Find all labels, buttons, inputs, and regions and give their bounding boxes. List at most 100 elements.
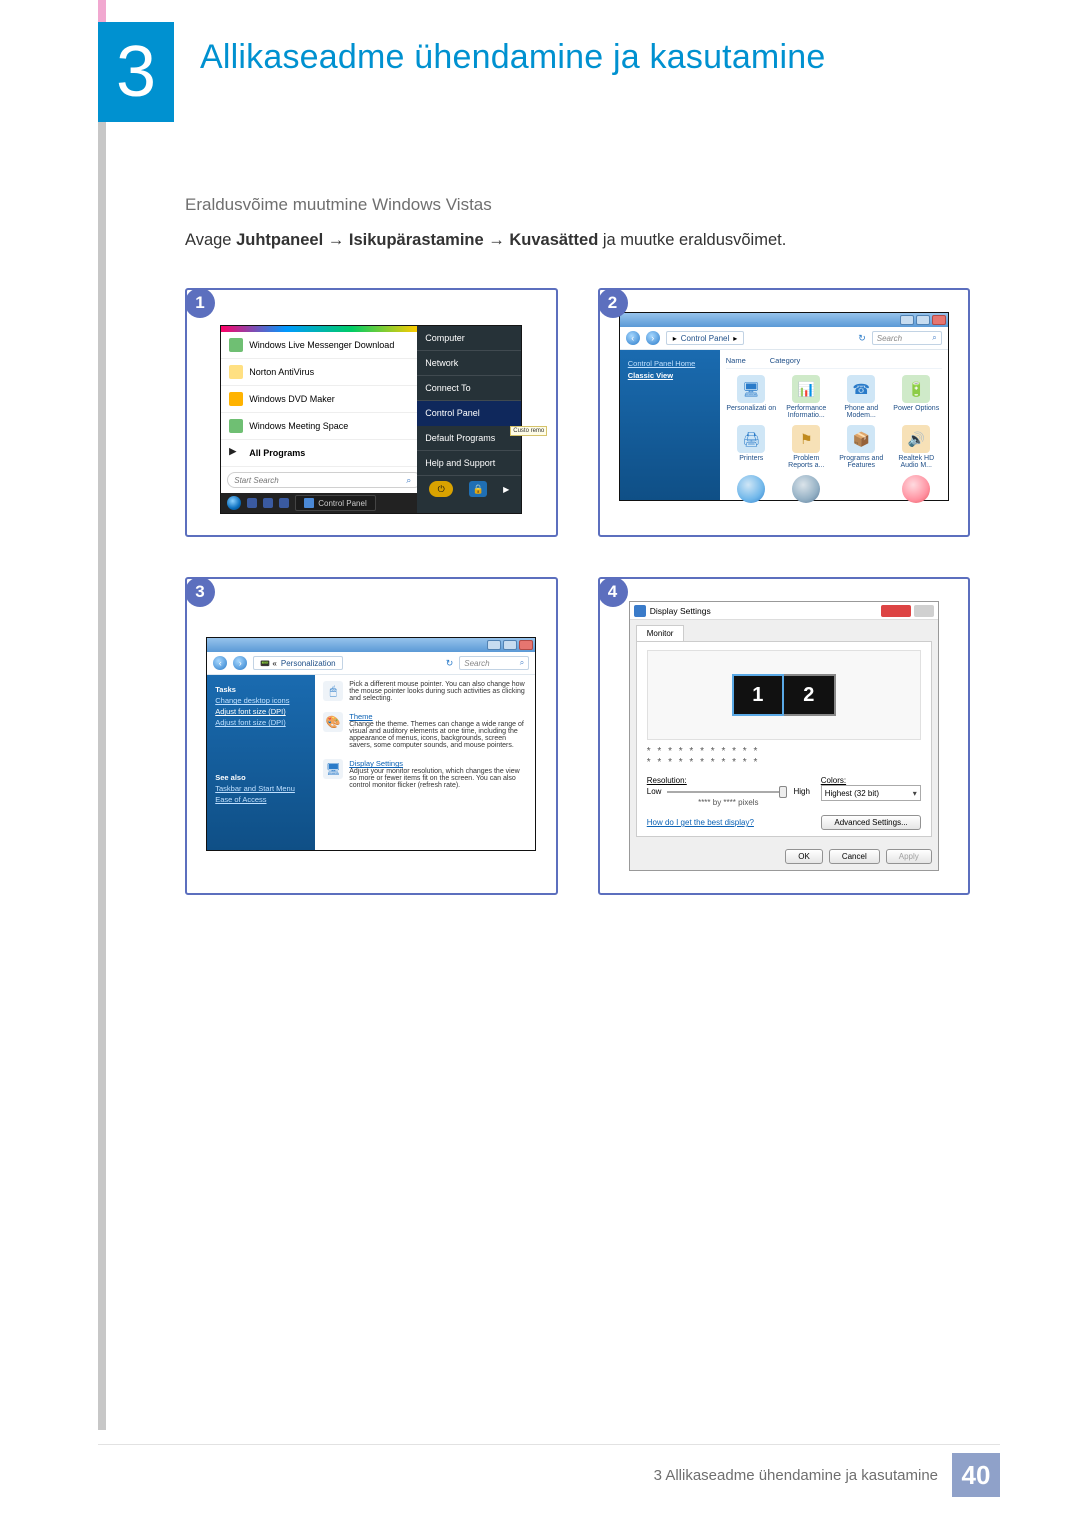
monitor-1[interactable]: 1 [732,674,784,716]
colors-dropdown[interactable]: Highest (32 bit)▾ [821,785,921,801]
search-box[interactable]: Search⌕ [459,656,529,670]
cp-item-personalization[interactable]: 🖥Personalizati on [726,375,777,419]
meeting-icon [229,419,243,433]
msn-icon [229,338,243,352]
startmenu-right-item[interactable]: Help and Support [417,451,521,476]
taskbar-tile[interactable]: Control Panel [295,495,375,511]
lock-icon[interactable]: 🔒 [469,481,487,497]
screenshot-step1: 1 Windows Live Messenger Download Norton… [185,288,558,537]
taskbar: Control Panel [221,493,417,513]
startmenu-right-item[interactable]: Network [417,351,521,376]
cp-item-performance[interactable]: 📊Performance Informatio... [781,375,832,419]
startmenu-item[interactable]: Windows Live Messenger Download [221,332,417,359]
instr-path2: Isikupärastamine [349,231,484,249]
slider-thumb[interactable] [779,786,787,798]
close-button[interactable] [932,315,946,325]
ok-button[interactable]: OK [785,849,823,864]
monitor-2[interactable]: 2 [784,674,836,716]
startmenu-control-panel[interactable]: Control Panel [417,401,521,426]
startmenu-right-item[interactable]: Default Programs Custo remo [417,426,521,451]
tasks-sidebar: Tasks Change desktop icons Adjust font s… [207,675,315,850]
col-name[interactable]: Name [726,356,746,365]
task-font-size-label[interactable]: Adjust font size (DPI) [215,718,307,727]
tile-label: Control Panel [318,499,366,508]
arrow2: → [484,231,510,249]
theme-icon: 🎨 [323,712,343,732]
instr-path3: Kuvasätted [509,231,598,249]
startmenu-label: Windows Meeting Space [249,421,348,431]
maximize-button[interactable] [916,315,930,325]
back-button[interactable]: ‹ [213,656,227,670]
search-box[interactable]: Search⌕ [872,331,942,345]
advanced-settings-button[interactable]: Advanced Settings... [821,815,920,830]
apply-button[interactable]: Apply [886,849,932,864]
ease-of-access-link[interactable]: Ease of Access [215,795,307,804]
task-font-size[interactable]: Adjust font size (DPI) [215,707,307,716]
chevron-right-icon[interactable]: ▶ [503,485,509,494]
task-desktop-icons[interactable]: Change desktop icons [215,696,307,705]
cp-item-programs[interactable]: 📦Programs and Features [836,425,887,469]
close-button[interactable] [519,640,533,650]
start-search[interactable]: ⌕ [221,467,417,493]
all-programs-label: All Programs [249,448,305,458]
startmenu-item[interactable]: Windows DVD Maker [221,386,417,413]
startmenu-right-item[interactable]: Connect To [417,376,521,401]
help-button[interactable] [914,605,934,617]
tab-monitor[interactable]: Monitor [636,625,685,641]
cp-item-printers[interactable]: 🖨Printers [726,425,777,469]
col-category[interactable]: Category [770,356,800,365]
start-search-input[interactable] [227,472,422,488]
startmenu-item[interactable]: Norton AntiVirus [221,359,417,386]
forward-button[interactable]: › [233,656,247,670]
footer-rule [98,1444,1000,1445]
perso-theme[interactable]: 🎨 ThemeChange the theme. Themes can chan… [323,712,527,749]
maximize-button[interactable] [503,640,517,650]
control-panel-window: ‹ › ▸ Control Panel ▸ ↻ Search⌕ Control … [619,312,949,501]
page-footer: 3 Allikaseadme ühendamine ja kasutamine … [0,1453,1080,1497]
tasks-heading: Tasks [215,685,307,694]
quicklaunch-icon[interactable] [247,498,257,508]
cp-item-more[interactable] [726,475,777,503]
forward-button[interactable]: › [646,331,660,345]
all-programs[interactable]: All Programs [221,440,417,467]
cp-item-more[interactable] [891,475,942,503]
breadcrumb[interactable]: 📟 « Personalization [253,656,342,670]
back-button[interactable]: ‹ [626,331,640,345]
startmenu-right-item[interactable]: Computer [417,326,521,351]
breadcrumb[interactable]: ▸ Control Panel ▸ [666,331,745,345]
startmenu-item[interactable]: Windows Meeting Space [221,413,417,440]
cp-item-problem[interactable]: ⚑Problem Reports a... [781,425,832,469]
perso-display-settings[interactable]: 🖥 Display SettingsAdjust your monitor re… [323,759,527,789]
start-orb-icon[interactable] [227,496,241,510]
refresh-icon[interactable]: ↻ [446,658,454,669]
step-badge-2: 2 [598,288,628,318]
cp-home-link[interactable]: Control Panel Home [628,359,712,368]
quicklaunch-icon[interactable] [279,498,289,508]
cancel-button[interactable]: Cancel [829,849,880,864]
resolution-slider[interactable]: Low High [647,787,810,796]
cp-classic-link[interactable]: Classic View [628,371,712,380]
refresh-icon[interactable]: ↻ [858,333,866,344]
cp-item-phone[interactable]: ☎Phone and Modem... [836,375,887,419]
section-heading: Eraldusvõime muutmine Windows Vistas [185,195,970,215]
chapter-title: Allikaseadme ühendamine ja kasutamine [200,38,825,77]
taskbar-startmenu-link[interactable]: Taskbar and Start Menu [215,784,307,793]
cp-item-realtek[interactable]: 🔊Realtek HD Audio M... [891,425,942,469]
cp-item-power[interactable]: 🔋Power Options [891,375,942,419]
power-icon[interactable]: ⏻ [429,481,453,497]
step-badge-3: 3 [185,577,215,607]
quicklaunch-icon[interactable] [263,498,273,508]
minimize-button[interactable] [487,640,501,650]
perso-mouse-pointers[interactable]: 🖱 Pick a different mouse pointer. You ca… [323,681,527,702]
personalization-window: ‹ › 📟 « Personalization ↻ Search⌕ Tasks … [206,637,536,851]
best-display-link[interactable]: How do I get the best display? [647,818,754,827]
slider-high: High [793,787,809,796]
mouse-icon: 🖱 [323,681,343,701]
close-button[interactable] [881,605,911,617]
screenshot-step3: 3 ‹ › 📟 « Personalization ↻ Search⌕ [185,577,558,895]
norton-icon [229,365,243,379]
minimize-button[interactable] [900,315,914,325]
window-title: Display Settings [650,606,711,616]
cp-item-label: Performance Informatio... [786,405,826,419]
cp-item-more[interactable] [781,475,832,503]
